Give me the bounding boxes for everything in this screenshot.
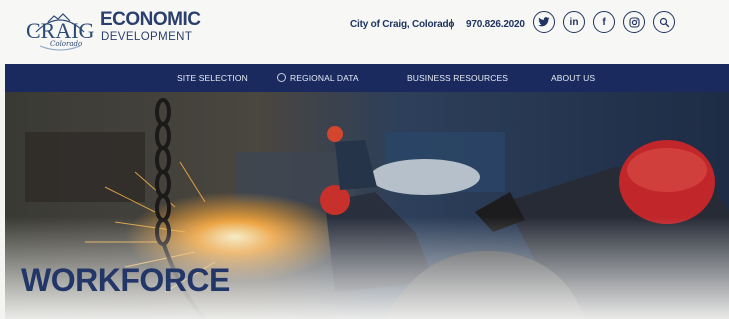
main-navigation: SITE SELECTION REGIONAL DATA BUSINESS RE…	[5, 64, 729, 92]
hero-banner: WORKFORCE	[5, 92, 729, 319]
nav-business-resources[interactable]: BUSINESS RESOURCES	[407, 73, 508, 83]
logo-colorado-script: Colorado	[50, 40, 83, 48]
nav-about-us-label: ABOUT US	[551, 73, 596, 83]
logo-development-text: DEVELOPMENT	[101, 31, 193, 43]
nav-business-resources-label: BUSINESS RESOURCES	[407, 73, 508, 83]
phone-link[interactable]: 970.826.2020	[466, 19, 525, 30]
logo-economic-text: ECONOMIC	[100, 9, 201, 30]
nav-about-us[interactable]: ABOUT US	[551, 73, 595, 83]
instagram-icon[interactable]	[623, 11, 645, 33]
nav-regional-data-label: REGIONAL DATA	[290, 73, 359, 83]
twitter-icon[interactable]	[533, 11, 555, 33]
header-separator: |	[450, 18, 453, 30]
loading-icon	[277, 73, 286, 82]
linkedin-icon[interactable]: in	[563, 11, 585, 33]
city-label: City of Craig, Colorado	[350, 19, 455, 30]
facebook-glyph: f	[602, 16, 606, 28]
linkedin-glyph: in	[569, 16, 579, 28]
page-title: WORKFORCE	[21, 262, 230, 298]
facebook-icon[interactable]: f	[593, 11, 615, 33]
nav-site-selection-label: SITE SELECTION	[177, 73, 248, 83]
search-icon[interactable]	[653, 11, 675, 33]
site-header: CRAIG Colorado ECONOMIC DEVELOPMENT City…	[0, 0, 729, 64]
nav-regional-data[interactable]: REGIONAL DATA	[277, 73, 359, 83]
nav-site-selection[interactable]: SITE SELECTION	[177, 73, 248, 83]
craig-economic-development-logo[interactable]: CRAIG Colorado ECONOMIC DEVELOPMENT	[18, 6, 201, 54]
